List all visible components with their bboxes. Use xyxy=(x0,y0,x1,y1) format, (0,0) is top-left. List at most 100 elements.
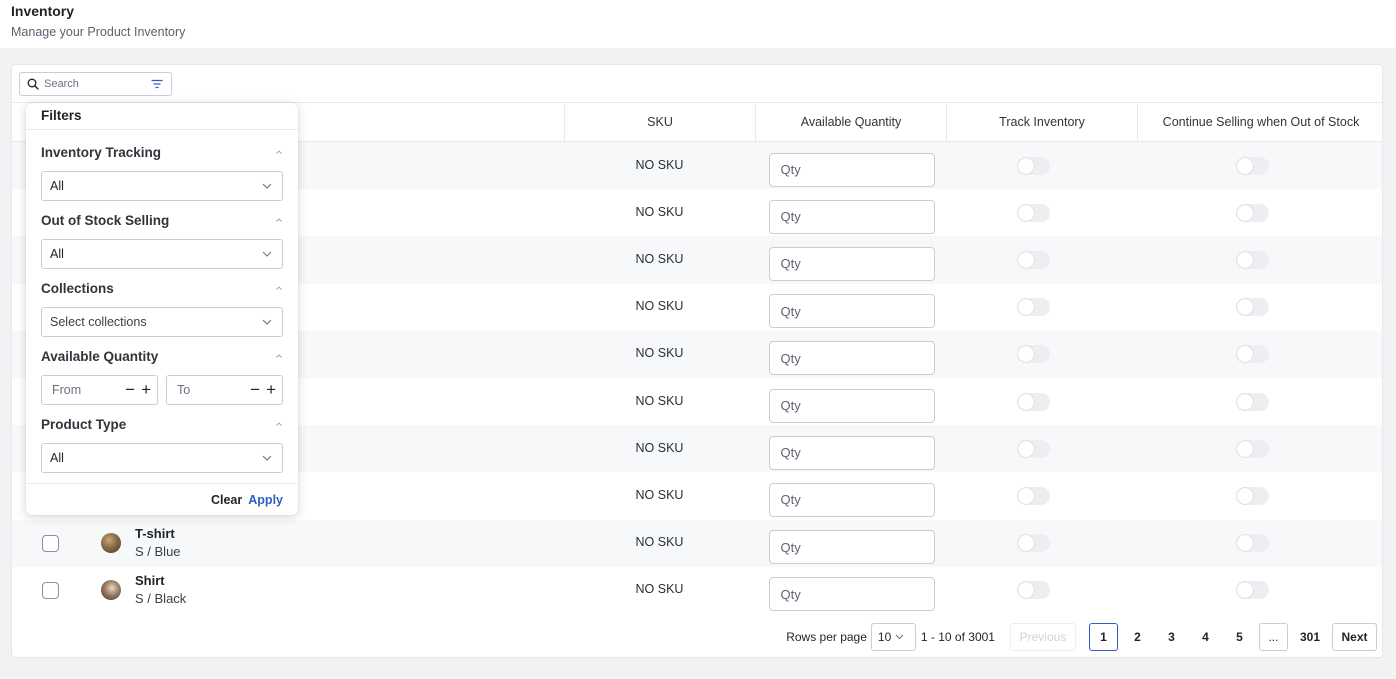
sku-cell: NO SKU xyxy=(635,251,684,266)
track-inventory-toggle[interactable] xyxy=(1017,156,1050,175)
previous-page-button[interactable]: Previous xyxy=(1009,622,1076,651)
page-button-5[interactable]: 5 xyxy=(1224,622,1254,651)
pagination-range: 1 - 10 of 3001 xyxy=(920,629,995,644)
next-page-button[interactable]: Next xyxy=(1332,622,1377,651)
continue-cell xyxy=(1137,425,1382,472)
filter-collections: Collections Select collections xyxy=(41,279,283,337)
qty-input[interactable] xyxy=(768,294,935,329)
track-inventory-toggle[interactable] xyxy=(1017,486,1050,505)
qty-input[interactable] xyxy=(768,152,935,187)
filter-section-header[interactable]: Product Type xyxy=(41,415,283,433)
product-variant: S / Black xyxy=(135,591,187,607)
decrement-button[interactable]: − xyxy=(250,380,260,400)
row-checkbox[interactable] xyxy=(42,534,59,552)
track-inventory-toggle[interactable] xyxy=(1017,345,1050,364)
quantity-from-stepper[interactable]: From − + xyxy=(41,375,158,405)
qty-input[interactable] xyxy=(768,530,935,565)
qty-cell xyxy=(755,520,946,567)
track-cell xyxy=(946,284,1137,331)
filter-section-header[interactable]: Out of Stock Selling xyxy=(41,211,283,229)
qty-input[interactable] xyxy=(768,341,935,376)
page-ellipsis-button[interactable]: ... xyxy=(1258,622,1288,651)
track-inventory-toggle[interactable] xyxy=(1017,534,1050,553)
product-name[interactable]: Shirt xyxy=(135,572,186,590)
continue-cell xyxy=(1137,142,1382,189)
track-inventory-toggle[interactable] xyxy=(1017,203,1050,222)
increment-button[interactable]: + xyxy=(141,380,151,400)
search-input[interactable] xyxy=(44,78,144,90)
qty-input[interactable] xyxy=(768,435,935,470)
search-icon xyxy=(25,76,41,92)
continue-selling-toggle[interactable] xyxy=(1236,439,1269,458)
qty-cell xyxy=(755,472,946,519)
filter-section-header[interactable]: Collections xyxy=(41,279,283,297)
qty-cell xyxy=(755,378,946,425)
qty-input[interactable] xyxy=(768,577,935,612)
increment-button[interactable]: + xyxy=(266,380,276,400)
rows-per-page-select[interactable]: 10 xyxy=(870,622,916,651)
qty-cell xyxy=(755,142,946,189)
qty-input[interactable] xyxy=(768,246,935,281)
collections-select[interactable]: Select collections xyxy=(41,307,283,337)
filter-section-header[interactable]: Inventory Tracking xyxy=(41,143,283,161)
continue-selling-toggle[interactable] xyxy=(1236,392,1269,411)
clear-filters-button[interactable]: Clear xyxy=(211,493,242,507)
sku-cell: NO SKU xyxy=(635,393,684,408)
page-button-4[interactable]: 4 xyxy=(1190,622,1220,651)
page-button-last[interactable]: 301 xyxy=(1292,622,1327,651)
track-cell xyxy=(946,425,1137,472)
filter-label: Product Type xyxy=(41,416,127,432)
continue-selling-toggle[interactable] xyxy=(1236,486,1269,505)
caret-up-icon[interactable] xyxy=(275,352,283,360)
continue-selling-toggle[interactable] xyxy=(1236,250,1269,269)
row-checkbox[interactable] xyxy=(42,581,59,599)
page-button-2[interactable]: 2 xyxy=(1122,622,1152,651)
track-cell xyxy=(946,378,1137,425)
qty-input[interactable] xyxy=(768,482,935,517)
page-button-3[interactable]: 3 xyxy=(1156,622,1186,651)
inventory-tracking-select[interactable]: All xyxy=(41,171,283,201)
continue-selling-toggle[interactable] xyxy=(1236,298,1269,317)
continue-selling-toggle[interactable] xyxy=(1236,534,1269,553)
product-thumbnail xyxy=(101,533,121,554)
search-box[interactable] xyxy=(19,72,172,96)
from-placeholder: From xyxy=(52,383,82,397)
filter-section-header[interactable]: Available Quantity xyxy=(41,347,283,365)
chevron-down-icon xyxy=(895,634,904,640)
qty-input[interactable] xyxy=(768,388,935,423)
track-inventory-toggle[interactable] xyxy=(1017,298,1050,317)
select-value: All xyxy=(50,179,64,193)
page-title: Inventory xyxy=(11,3,75,19)
out-of-stock-selling-select[interactable]: All xyxy=(41,239,283,269)
continue-cell xyxy=(1137,520,1382,567)
continue-cell xyxy=(1137,236,1382,283)
caret-up-icon[interactable] xyxy=(275,216,283,224)
caret-up-icon[interactable] xyxy=(275,284,283,292)
track-inventory-toggle[interactable] xyxy=(1017,581,1050,600)
caret-up-icon[interactable] xyxy=(275,148,283,156)
select-value: All xyxy=(50,451,64,465)
page-button-1[interactable]: 1 xyxy=(1088,622,1118,651)
continue-selling-toggle[interactable] xyxy=(1236,581,1269,600)
stepper-controls: − + xyxy=(250,376,276,404)
continue-selling-toggle[interactable] xyxy=(1236,345,1269,364)
track-inventory-toggle[interactable] xyxy=(1017,439,1050,458)
qty-input[interactable] xyxy=(768,199,935,234)
track-cell xyxy=(946,331,1137,378)
qty-cell xyxy=(755,189,946,236)
filter-icon[interactable] xyxy=(150,77,164,91)
qty-cell xyxy=(755,236,946,283)
continue-selling-toggle[interactable] xyxy=(1236,203,1269,222)
continue-selling-toggle[interactable] xyxy=(1236,156,1269,175)
apply-filters-button[interactable]: Apply xyxy=(248,493,283,507)
caret-up-icon[interactable] xyxy=(275,420,283,428)
chevron-down-icon xyxy=(262,251,272,257)
column-header-available-quantity: Available Quantity xyxy=(755,103,946,141)
quantity-to-stepper[interactable]: To − + xyxy=(166,375,283,405)
product-name[interactable]: T-shirt xyxy=(135,525,181,543)
decrement-button[interactable]: − xyxy=(125,380,135,400)
track-inventory-toggle[interactable] xyxy=(1017,250,1050,269)
track-inventory-toggle[interactable] xyxy=(1017,392,1050,411)
filter-label: Out of Stock Selling xyxy=(41,212,170,228)
product-type-select[interactable]: All xyxy=(41,443,283,473)
